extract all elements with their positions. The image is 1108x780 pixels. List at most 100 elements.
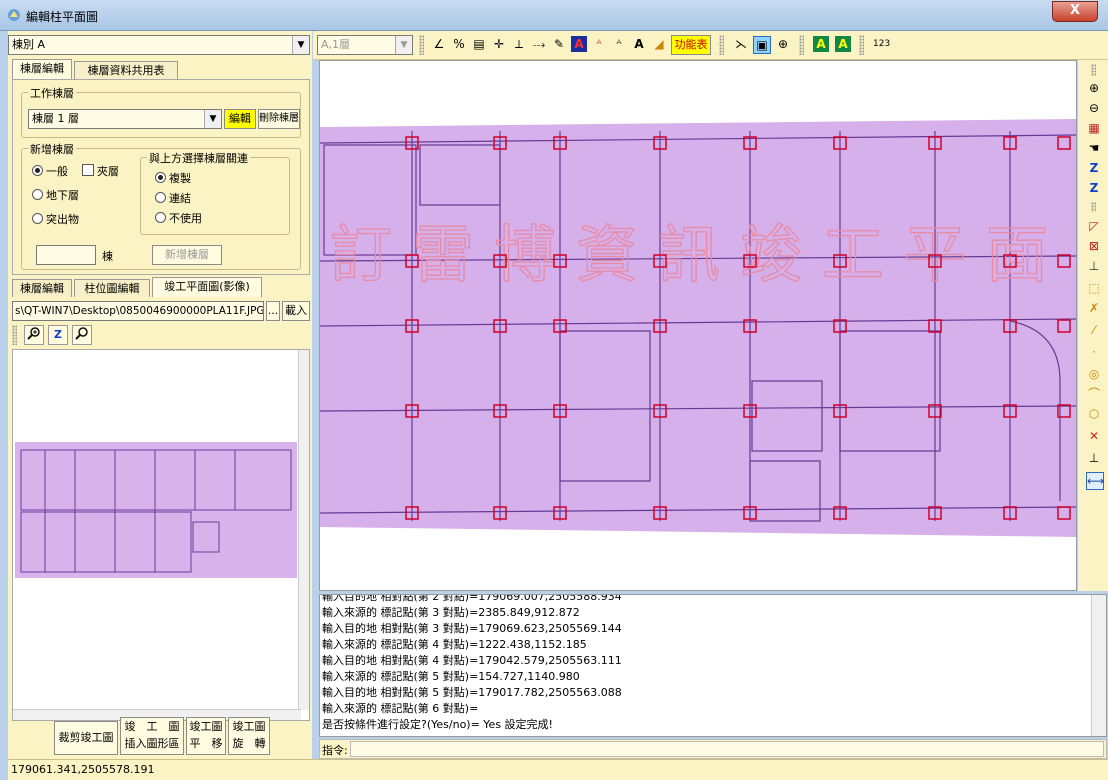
- toolbar-grip[interactable]: [419, 35, 424, 55]
- radio-none[interactable]: 不使用: [155, 210, 202, 226]
- floor-count-input[interactable]: [36, 245, 96, 265]
- insert-image-button[interactable]: 竣 工 圖插入圖形區: [120, 717, 184, 755]
- tab-floor-share-table[interactable]: 棟層資料共用表: [74, 61, 178, 79]
- circle-arc-icon[interactable]: ⌒: [1086, 386, 1102, 402]
- load-button[interactable]: 載入: [282, 301, 310, 321]
- checkbox-mezzanine[interactable]: 夾層: [82, 163, 119, 179]
- add-floor-button[interactable]: 新增棟層: [152, 245, 222, 265]
- zoom-window-icon[interactable]: Z: [1086, 160, 1102, 176]
- dimension-icon[interactable]: ◢: [651, 36, 667, 52]
- zoom-previous-icon[interactable]: Z: [1086, 180, 1102, 196]
- console-lines: 輸入目的地 相對點(第 2 對點)=179069.007,2505588.934…: [320, 595, 1106, 733]
- console-line: 輸入目的地 相對點(第 4 對點)=179042.579,2505563.111: [322, 654, 622, 667]
- tab-column-plan-edit[interactable]: 柱位圖編輯: [74, 279, 150, 297]
- zoom-out-icon[interactable]: [72, 325, 92, 345]
- toolbar-grip[interactable]: [12, 325, 17, 345]
- tab-floor-edit[interactable]: 棟層編輯: [12, 59, 72, 79]
- move-cross-icon[interactable]: ✛: [491, 36, 507, 52]
- chevron-down-icon[interactable]: ▼: [204, 110, 221, 128]
- console-scrollbar[interactable]: [1091, 595, 1106, 736]
- close-button[interactable]: X: [1052, 1, 1098, 22]
- radio-general[interactable]: 一般: [32, 163, 68, 179]
- tab-floor-edit-2[interactable]: 棟層編輯: [12, 279, 72, 297]
- delete-floor-button[interactable]: 刪除棟層: [258, 109, 300, 129]
- zoom-out-icon[interactable]: ⊖: [1086, 100, 1102, 116]
- radio-dot-icon: [32, 213, 43, 224]
- radio-dot-icon: [32, 165, 43, 176]
- draw-rect-icon[interactable]: ◸: [1086, 218, 1102, 234]
- left-panel: 棟別 A ▼ 棟層編輯 棟層資料共用表 工作棟層 棟層 1 層 ▼ 編輯 刪除棟…: [8, 31, 312, 759]
- floor-unit-label: 棟: [102, 250, 113, 263]
- extend-line-icon[interactable]: ⤏: [531, 36, 547, 52]
- console-line: 輸入來源的 標記點(第 4 對點)=1222.438,1152.185: [322, 638, 587, 651]
- select-frame-icon[interactable]: ▣: [753, 36, 771, 54]
- command-label: 指令:: [322, 744, 348, 757]
- chevron-down-icon[interactable]: ▼: [292, 36, 309, 54]
- preview-vertical-scrollbar[interactable]: [298, 350, 309, 710]
- image-preview-area[interactable]: [12, 349, 310, 721]
- point-icon[interactable]: ·: [1086, 344, 1102, 360]
- radio-protrusion[interactable]: 突出物: [32, 211, 79, 227]
- pan-hand-icon[interactable]: ☚: [1086, 140, 1102, 156]
- floor-edit-pane: 工作棟層 棟層 1 層 ▼ 編輯 刪除棟層 新增棟層 一般 夾層 地下層 突出物…: [12, 79, 310, 275]
- zoom-in-icon[interactable]: ⊕: [1086, 80, 1102, 96]
- polygon-icon[interactable]: ⬡: [1086, 406, 1102, 422]
- tab-as-built-image[interactable]: 竣工平面圖(影像): [152, 277, 262, 297]
- cross-rect-icon[interactable]: ⊠: [1086, 238, 1102, 254]
- delete-x-icon[interactable]: ✕: [1086, 428, 1102, 444]
- trim-icon[interactable]: ✗: [1086, 300, 1102, 316]
- column-icon[interactable]: ⊥: [1086, 258, 1102, 274]
- select-icon[interactable]: ⬚: [1086, 280, 1102, 296]
- radio-basement[interactable]: 地下層: [32, 187, 79, 203]
- layer-combo[interactable]: A,1層 ▼: [317, 35, 413, 55]
- slash-line-icon[interactable]: ⁄: [1086, 322, 1102, 338]
- clipboard-icon[interactable]: ▤: [471, 36, 487, 52]
- edit-floor-button[interactable]: 編輯: [224, 109, 256, 129]
- move-image-line2: 平 移: [189, 737, 223, 750]
- rotate-image-button[interactable]: 竣工圖旋 轉: [228, 717, 270, 755]
- command-input[interactable]: [350, 741, 1104, 757]
- status-bar: 179061.341,2505578.191: [8, 759, 1108, 780]
- image-path-input[interactable]: s\QT-WIN7\Desktop\0850046900000PLA11F.JP…: [12, 301, 264, 321]
- draw-line-icon[interactable]: ∠: [431, 36, 447, 52]
- toolbar-grip[interactable]: [1091, 64, 1096, 76]
- snap-percent-icon[interactable]: %: [451, 36, 467, 52]
- radio-link[interactable]: 連結: [155, 190, 191, 206]
- function-table-button[interactable]: 功能表: [671, 35, 711, 55]
- dimension-measure-icon[interactable]: ⟷: [1086, 472, 1104, 490]
- floor-value: 1 層: [57, 112, 80, 125]
- circle-target-icon[interactable]: ◎: [1086, 366, 1102, 382]
- text-style-icon[interactable]: ᴬ: [591, 36, 607, 52]
- drawing-canvas[interactable]: 訂雷博資訊竣工平面: [319, 60, 1077, 591]
- angle-icon[interactable]: ⋋: [733, 36, 749, 52]
- chevron-down-icon[interactable]: ▼: [395, 36, 412, 54]
- layer-a-icon[interactable]: A: [813, 36, 829, 52]
- layer-b-icon[interactable]: A: [835, 36, 851, 52]
- toolbar-grip[interactable]: [1091, 202, 1096, 212]
- radio-copy[interactable]: 複製: [155, 170, 191, 186]
- text-align-icon[interactable]: ᴬ: [611, 36, 627, 52]
- toolbar-grip[interactable]: [799, 35, 804, 55]
- watermark-text: 訂雷博資訊竣工平面: [330, 218, 1068, 291]
- cut-line-icon[interactable]: ⟂: [511, 36, 527, 52]
- insert-image-line2: 插入圖形區: [124, 737, 180, 750]
- perpendicular-icon[interactable]: ⊥: [1086, 450, 1102, 466]
- text-color-icon[interactable]: A: [571, 36, 587, 52]
- building-combo[interactable]: 棟別 A ▼: [8, 35, 310, 55]
- toolbar-grip[interactable]: [719, 35, 724, 55]
- zoom-window-icon[interactable]: Z: [48, 325, 68, 345]
- browse-button[interactable]: ...: [266, 301, 280, 321]
- top-tab-strip: 棟層編輯 棟層資料共用表: [12, 59, 310, 81]
- console-line: 輸入來源的 標記點(第 5 對點)=154.727,1140.980: [322, 670, 580, 683]
- numbering-icon[interactable]: 123: [873, 36, 890, 52]
- edit-pencil-icon[interactable]: ✎: [551, 36, 567, 52]
- zoom-in-icon[interactable]: ⊕: [775, 36, 791, 52]
- move-image-button[interactable]: 竣工圖平 移: [186, 717, 226, 755]
- zoom-in-icon[interactable]: [24, 325, 44, 345]
- grid-icon[interactable]: ▦: [1086, 120, 1102, 136]
- floor-combo[interactable]: 棟層 1 層 ▼: [28, 109, 222, 129]
- window-title: 編輯柱平面圖: [26, 10, 99, 24]
- toolbar-grip[interactable]: [859, 35, 864, 55]
- crop-image-button[interactable]: 裁剪竣工圖: [54, 721, 118, 755]
- text-icon[interactable]: A: [631, 36, 647, 52]
